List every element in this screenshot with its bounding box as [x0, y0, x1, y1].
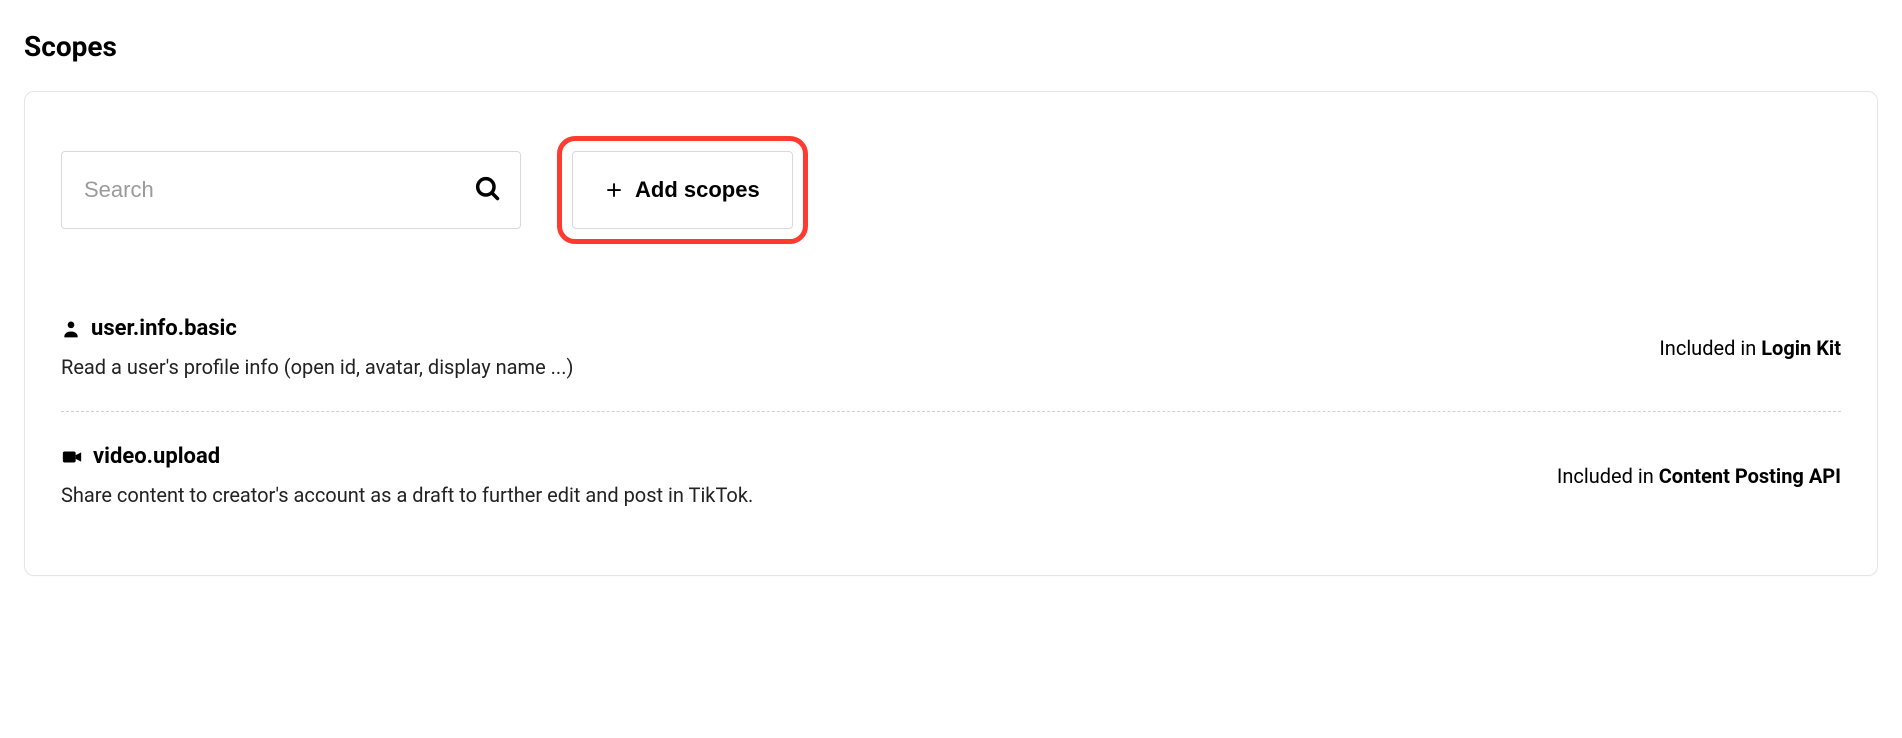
scope-included-in: Included in Content Posting API	[1557, 464, 1841, 488]
scopes-card: Add scopes user.info.basic Read a user's…	[24, 91, 1878, 576]
video-icon	[61, 446, 83, 468]
add-scopes-label: Add scopes	[635, 177, 760, 203]
scope-row: video.upload Share content to creator's …	[61, 420, 1841, 531]
scope-header: video.upload	[61, 444, 1517, 469]
plus-icon	[605, 181, 623, 199]
included-prefix: Included in	[1557, 464, 1659, 488]
scope-description: Read a user's profile info (open id, ava…	[61, 355, 1619, 379]
scope-left: user.info.basic Read a user's profile in…	[61, 316, 1619, 379]
scope-header: user.info.basic	[61, 316, 1619, 341]
kit-name: Content Posting API	[1659, 464, 1841, 488]
page-title: Scopes	[24, 30, 1878, 63]
add-scopes-highlight: Add scopes	[557, 136, 808, 244]
scope-left: video.upload Share content to creator's …	[61, 444, 1517, 507]
scope-name: user.info.basic	[91, 316, 237, 341]
user-icon	[61, 319, 81, 339]
search-wrapper	[61, 151, 521, 229]
search-input[interactable]	[61, 151, 521, 229]
scope-name: video.upload	[93, 444, 220, 469]
scope-description: Share content to creator's account as a …	[61, 483, 1517, 507]
kit-name: Login Kit	[1761, 336, 1841, 360]
included-prefix: Included in	[1659, 336, 1761, 360]
toolbar: Add scopes	[61, 136, 1841, 244]
divider	[61, 411, 1841, 412]
scope-row: user.info.basic Read a user's profile in…	[61, 292, 1841, 403]
scope-included-in: Included in Login Kit	[1659, 336, 1841, 360]
add-scopes-button[interactable]: Add scopes	[572, 151, 793, 229]
